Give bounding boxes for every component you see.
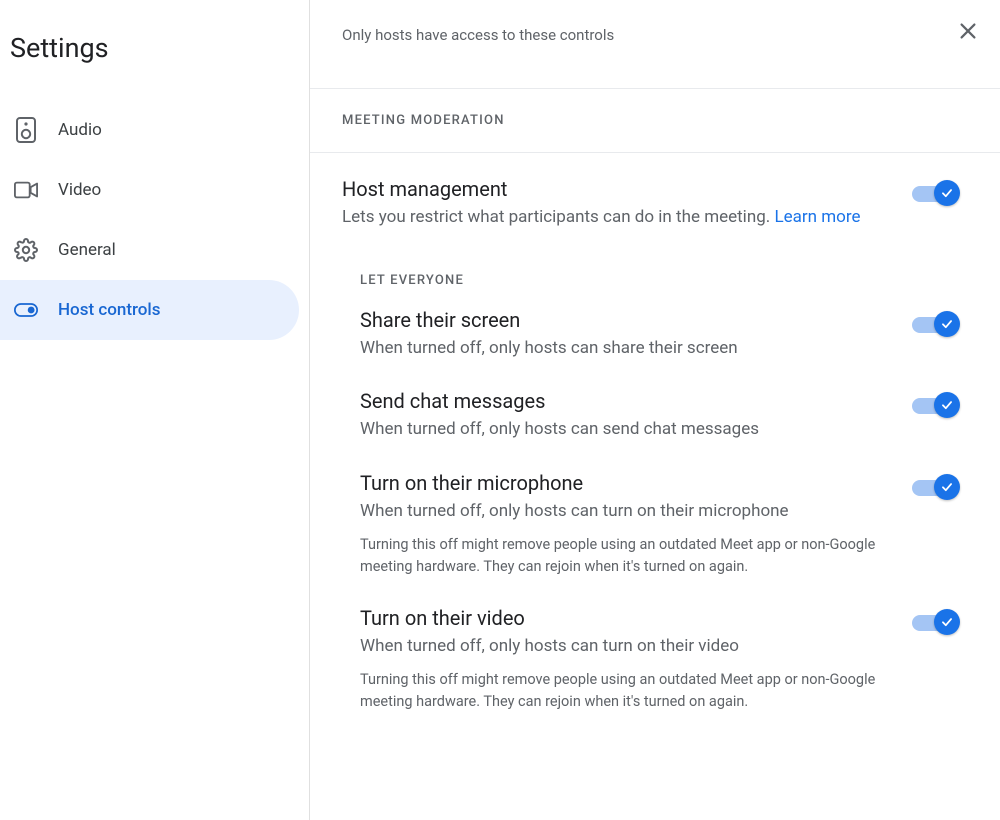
setting-title: Send chat messages bbox=[360, 389, 886, 413]
setting-title: Turn on their microphone bbox=[360, 471, 886, 495]
setting-description: When turned off, only hosts can send cha… bbox=[360, 417, 886, 443]
setting-title: Share their screen bbox=[360, 308, 886, 332]
close-icon bbox=[957, 20, 979, 45]
learn-more-link[interactable]: Learn more bbox=[774, 207, 860, 227]
toggle-video[interactable] bbox=[910, 608, 960, 636]
settings-content: Only hosts have access to these controls… bbox=[310, 0, 1000, 820]
setting-title: Host management bbox=[342, 177, 886, 201]
toggle-microphone[interactable] bbox=[910, 473, 960, 501]
setting-description: When turned off, only hosts can share th… bbox=[360, 336, 886, 362]
section-heading-moderation: MEETING MODERATION bbox=[310, 89, 1000, 152]
sidebar-item-video[interactable]: Video bbox=[0, 160, 299, 220]
sidebar-item-host-controls[interactable]: Host controls bbox=[0, 280, 299, 340]
check-icon bbox=[934, 180, 960, 206]
toggle-share-screen[interactable] bbox=[910, 310, 960, 338]
setting-turn-on-mic: Turn on their microphone When turned off… bbox=[360, 471, 960, 578]
settings-sidebar: Settings Audio Video General bbox=[0, 0, 310, 820]
gear-icon bbox=[14, 238, 38, 262]
check-icon bbox=[934, 474, 960, 500]
setting-title: Turn on their video bbox=[360, 606, 886, 630]
settings-title: Settings bbox=[0, 12, 309, 100]
access-notice: Only hosts have access to these controls bbox=[310, 0, 1000, 88]
sidebar-item-label: Video bbox=[58, 180, 101, 200]
toggle-icon bbox=[14, 298, 38, 322]
setting-note: Turning this off might remove people usi… bbox=[360, 534, 880, 578]
video-camera-icon bbox=[14, 178, 38, 202]
toggle-host-management[interactable] bbox=[910, 179, 960, 207]
setting-turn-on-video: Turn on their video When turned off, onl… bbox=[360, 606, 960, 713]
setting-send-chat: Send chat messages When turned off, only… bbox=[360, 389, 960, 443]
setting-host-management: Host management Lets you restrict what p… bbox=[342, 177, 960, 231]
sidebar-item-general[interactable]: General bbox=[0, 220, 299, 280]
sidebar-item-label: Audio bbox=[58, 120, 102, 140]
toggle-send-chat[interactable] bbox=[910, 391, 960, 419]
setting-description: When turned off, only hosts can turn on … bbox=[360, 499, 886, 525]
sidebar-item-label: Host controls bbox=[58, 300, 161, 320]
setting-description: When turned off, only hosts can turn on … bbox=[360, 634, 886, 660]
check-icon bbox=[934, 609, 960, 635]
check-icon bbox=[934, 311, 960, 337]
sidebar-item-label: General bbox=[58, 240, 116, 260]
setting-description: Lets you restrict what participants can … bbox=[342, 205, 886, 231]
sidebar-item-audio[interactable]: Audio bbox=[0, 100, 299, 160]
speaker-icon bbox=[14, 118, 38, 142]
subheading-let-everyone: LET EVERYONE bbox=[342, 259, 960, 308]
setting-share-screen: Share their screen When turned off, only… bbox=[360, 308, 960, 362]
check-icon bbox=[934, 392, 960, 418]
close-button[interactable] bbox=[952, 16, 984, 48]
setting-note: Turning this off might remove people usi… bbox=[360, 669, 880, 713]
